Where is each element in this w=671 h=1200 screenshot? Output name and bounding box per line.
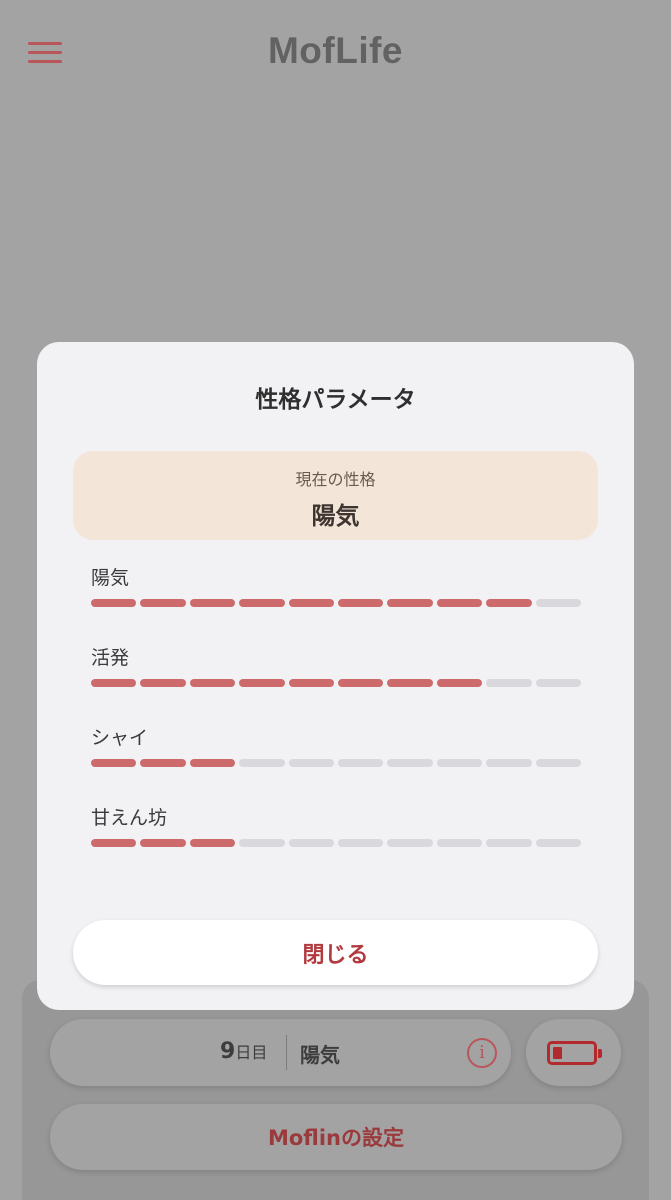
- bar-segment-filled: [486, 599, 532, 607]
- bar-segment-filled: [189, 599, 236, 607]
- param-bar: [91, 599, 582, 607]
- bar-segment-filled: [239, 599, 285, 607]
- bar-segment-filled: [436, 599, 483, 607]
- bar-segment-empty: [239, 839, 285, 847]
- bar-segment-filled: [239, 679, 285, 687]
- bar-segment-filled: [338, 679, 384, 687]
- param-bar: [91, 759, 582, 767]
- bar-segment-empty: [535, 839, 582, 847]
- bar-segment-empty: [338, 759, 384, 767]
- bar-segment-empty: [387, 759, 433, 767]
- battery-level: [553, 1047, 562, 1059]
- bar-segment-filled: [140, 679, 186, 687]
- bar-segment-filled: [288, 599, 335, 607]
- day-number: 9: [220, 1039, 236, 1064]
- current-personality-label: 現在の性格: [295, 470, 376, 489]
- bar-segment-empty: [436, 839, 483, 847]
- bar-segment-empty: [288, 759, 335, 767]
- bar-segment-empty: [486, 759, 532, 767]
- param-label: 甘えん坊: [91, 807, 168, 829]
- bar-segment-empty: [486, 679, 532, 687]
- status-personality: 陽気: [300, 1043, 340, 1067]
- bar-segment-empty: [535, 759, 582, 767]
- bar-segment-filled: [189, 679, 236, 687]
- bar-segment-empty: [535, 599, 582, 607]
- param-label: シャイ: [91, 727, 149, 749]
- param-active: 活発: [91, 646, 582, 726]
- bar-segment-empty: [239, 759, 285, 767]
- bar-segment-filled: [140, 759, 186, 767]
- bar-segment-filled: [288, 679, 335, 687]
- bar-segment-filled: [189, 839, 236, 847]
- day-counter: 9日目: [220, 1039, 267, 1064]
- param-label: 陽気: [91, 567, 130, 589]
- param-bar: [91, 839, 582, 847]
- bar-segment-filled: [140, 599, 186, 607]
- info-icon[interactable]: i: [467, 1038, 497, 1068]
- param-cheerful: 陽気: [91, 566, 582, 646]
- app-logo: MofLife: [267, 30, 404, 71]
- param-bar: [91, 679, 582, 687]
- bar-segment-filled: [91, 759, 137, 767]
- bar-segment-empty: [288, 839, 335, 847]
- bar-segment-empty: [387, 839, 433, 847]
- bar-segment-filled: [91, 679, 137, 687]
- param-shy: シャイ: [91, 726, 582, 806]
- bar-segment-empty: [338, 839, 384, 847]
- parameter-list: 陽気 活発 シャイ 甘えん坊: [91, 566, 582, 886]
- bar-segment-filled: [387, 599, 433, 607]
- battery-icon: [547, 1041, 602, 1065]
- current-personality-value: 陽気: [311, 502, 360, 530]
- status-bar: 9日目 陽気 i: [50, 1019, 511, 1086]
- day-unit: 日目: [235, 1043, 268, 1062]
- bar-segment-empty: [535, 679, 582, 687]
- param-label: 活発: [91, 647, 130, 669]
- current-personality-box: 現在の性格 陽気: [73, 451, 598, 540]
- bar-segment-filled: [91, 599, 137, 607]
- bar-segment-filled: [189, 759, 236, 767]
- bar-segment-filled: [436, 679, 483, 687]
- modal-title: 性格パラメータ: [255, 387, 416, 413]
- status-divider: [286, 1035, 287, 1070]
- bar-segment-filled: [338, 599, 384, 607]
- bar-segment-empty: [486, 839, 532, 847]
- bar-segment-filled: [387, 679, 433, 687]
- bar-segment-filled: [91, 839, 137, 847]
- bar-segment-empty: [436, 759, 483, 767]
- close-button[interactable]: 閉じる: [73, 920, 598, 985]
- personality-modal: 性格パラメータ 現在の性格 陽気 陽気 活発 シャイ 甘えん坊 閉じる: [37, 342, 634, 1010]
- bar-segment-filled: [140, 839, 186, 847]
- battery-button[interactable]: [526, 1019, 621, 1086]
- moflin-settings-button[interactable]: Moflinの設定: [50, 1104, 622, 1170]
- param-clingy: 甘えん坊: [91, 806, 582, 886]
